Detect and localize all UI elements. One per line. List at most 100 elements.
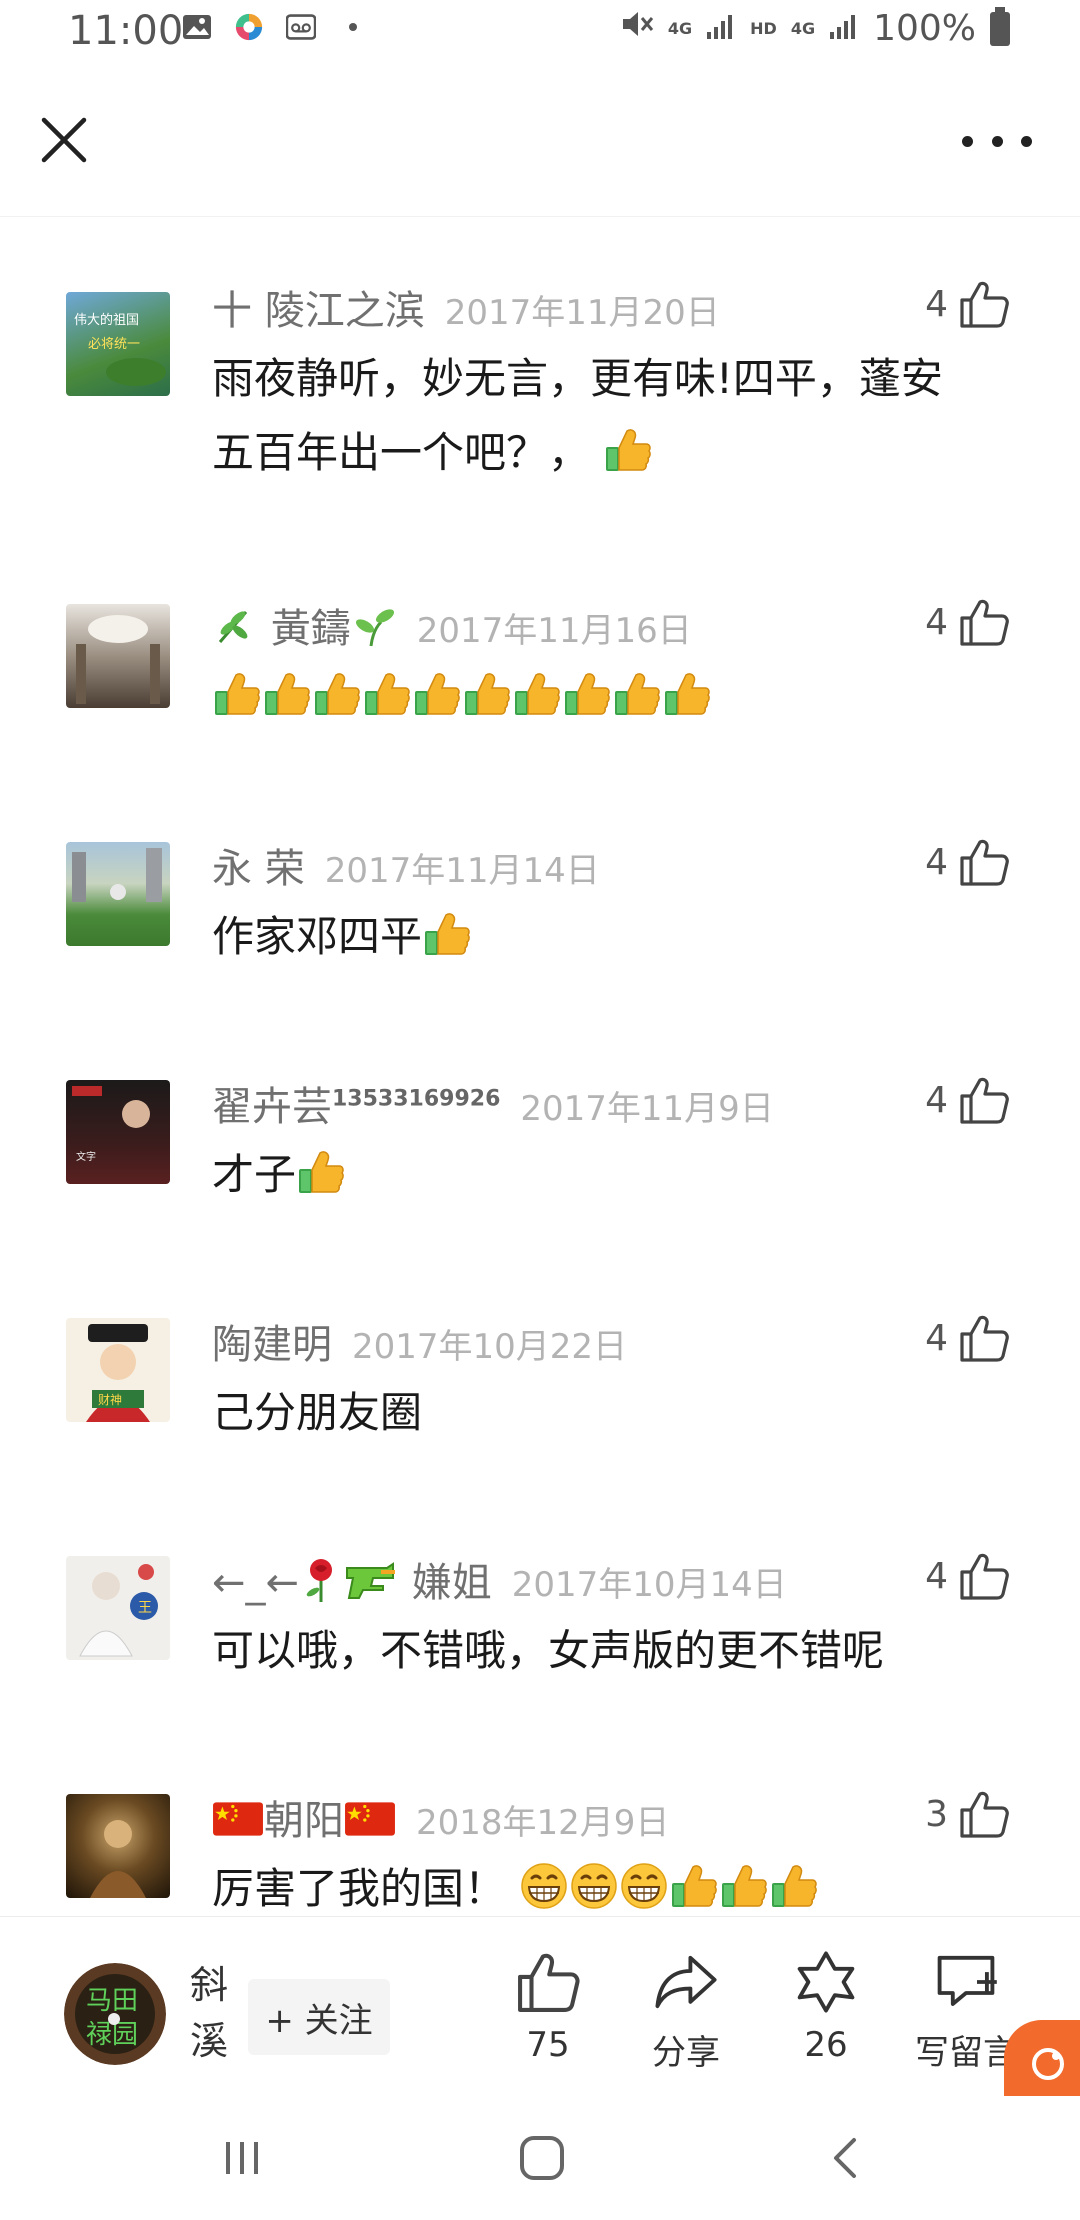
commenter-name-prefix: ←_← [212, 1560, 300, 1606]
thumbs-up-icon [958, 596, 1010, 648]
home-icon [520, 2136, 564, 2180]
seedling-emoji-icon [355, 609, 394, 647]
comment-text-line: 雨夜静听，妙无言，更有味!四平，蓬安 [212, 354, 943, 403]
svg-text:王: 王 [138, 1600, 152, 1616]
like-count: 4 [925, 1079, 948, 1121]
commenter-name-text: 朝阳 [264, 1798, 344, 1844]
like-button[interactable]: 4 [925, 596, 1010, 648]
thumbs-up-emoji-icon [612, 669, 662, 719]
network-label-b: 4G [790, 19, 816, 38]
like-count: 3 [925, 1793, 948, 1835]
app-icon [234, 12, 264, 42]
like-article-button[interactable]: 75 [488, 1949, 608, 2065]
floating-assistant-button[interactable] [1004, 2020, 1080, 2096]
thumbs-up-emoji-icon [362, 669, 412, 719]
share-button[interactable]: 分享 [626, 1949, 746, 2074]
thumbs-up-emoji-icon [669, 1861, 719, 1911]
avatar[interactable]: 王 [66, 1556, 170, 1660]
comment-header: 陶建明 2017年10月22日 [212, 1312, 627, 1372]
comment-text: 作家邓四平 [212, 900, 1012, 974]
close-button[interactable] [36, 112, 92, 168]
voicemail-icon [286, 12, 316, 42]
dot-icon [338, 12, 368, 42]
system-nav-bar [0, 2086, 1080, 2220]
avatar[interactable]: 伟大的祖国必将统一 [66, 292, 170, 396]
comment-header: 翟卉芸13533169926 2017年11月9日 [212, 1074, 774, 1134]
author-avatar-text: 马田 [86, 1986, 138, 2016]
avatar[interactable]: 文字 [66, 1080, 170, 1184]
thumbs-up-emoji-icon [769, 1861, 819, 1911]
author-name[interactable]: 斜溪 [190, 1957, 234, 2069]
status-time: 11:00 [68, 8, 184, 54]
like-count: 4 [925, 841, 948, 883]
signal-icon [829, 8, 859, 49]
like-button[interactable]: 4 [925, 836, 1010, 888]
comment-date: 2017年11月20日 [444, 293, 720, 333]
thumbs-up-icon [958, 1788, 1010, 1840]
thumbs-up-icon [515, 1949, 581, 2015]
comment-text-line: 五百年出一个吧？， [212, 428, 591, 477]
home-button[interactable] [512, 2128, 572, 2188]
system-status: 4G HD 4G 100% [620, 6, 1010, 49]
svg-text:伟大的祖国: 伟大的祖国 [74, 312, 139, 328]
commenter-name[interactable]: ←_← 嫌姐 [212, 1550, 492, 1608]
comment-add-icon [937, 1955, 997, 2006]
follow-button[interactable]: + 关注 [248, 1979, 390, 2055]
notification-icons [182, 12, 368, 42]
avatar[interactable] [66, 604, 170, 708]
thumbs-up-icon [958, 278, 1010, 330]
comment-text: 可以哦，不错哦，女声版的更不错呢 [212, 1614, 1012, 1688]
like-button[interactable]: 4 [925, 1550, 1010, 1602]
comment-text-line: 才子 [212, 1150, 297, 1199]
commenter-name[interactable]: 黃鑄 [212, 596, 397, 654]
avatar[interactable] [66, 842, 170, 946]
recent-apps-icon [226, 2142, 258, 2174]
thumbs-up-emoji-icon [462, 669, 512, 719]
top-bar [0, 64, 1080, 217]
avatar[interactable] [66, 1794, 170, 1898]
comment-header: 永 荣 2017年11月14日 [212, 836, 600, 896]
commenter-name[interactable]: 翟卉芸13533169926 [212, 1074, 500, 1132]
china-flag-icon [212, 1800, 264, 1838]
star-icon [797, 1951, 855, 2013]
avatar[interactable]: 财神 [66, 1318, 170, 1422]
svg-text:财神: 财神 [98, 1393, 122, 1407]
commenter-name-text: 黃鑄 [270, 606, 351, 652]
like-button[interactable]: 4 [925, 278, 1010, 330]
comment-date: 2017年10月14日 [511, 1565, 787, 1605]
comment-date: 2018年12月9日 [416, 1803, 670, 1843]
thumbs-up-emoji-icon [662, 669, 712, 719]
thumbs-up-emoji-icon [212, 669, 262, 719]
water-pistol-emoji-icon [346, 1562, 396, 1599]
like-count: 4 [925, 283, 948, 325]
commenter-name[interactable]: 永 荣 [212, 836, 305, 894]
favorite-button[interactable]: 26 [766, 1949, 886, 2065]
commenter-name[interactable]: 陶建明 [212, 1312, 332, 1370]
thumbs-up-icon [958, 1550, 1010, 1602]
share-icon [655, 1955, 717, 2009]
like-button[interactable]: 4 [925, 1312, 1010, 1364]
china-flag-icon [344, 1800, 396, 1838]
commenter-name-text: 嫌姐 [411, 1560, 492, 1606]
like-button[interactable]: 3 [925, 1788, 1010, 1840]
bottom-action-bar: 马田 禄园 斜溪 + 关注 75 分享 26 写留言 [0, 1916, 1080, 2087]
comment-date: 2017年11月9日 [520, 1089, 774, 1129]
herb-emoji-icon [218, 611, 248, 643]
recent-apps-button[interactable] [212, 2128, 272, 2188]
commenter-name[interactable]: 十 陵江之滨 [212, 278, 425, 336]
back-button[interactable] [816, 2128, 876, 2188]
thumbs-up-emoji-icon [422, 909, 472, 959]
comment-text-line: 己分朋友圈 [212, 1388, 423, 1437]
thumbs-up-icon [958, 836, 1010, 888]
like-count: 4 [925, 1317, 948, 1359]
close-icon [41, 117, 87, 163]
like-button[interactable]: 4 [925, 1074, 1010, 1126]
thumbs-up-emoji-icon [719, 1861, 769, 1911]
commenter-name[interactable]: 朝阳 [212, 1788, 396, 1846]
author-avatar[interactable]: 马田 禄园 [64, 1963, 166, 2065]
comment-text: 己分朋友圈 [212, 1376, 1012, 1450]
thumbs-up-emoji-icon [296, 1147, 346, 1197]
rose-emoji-icon [306, 1559, 333, 1602]
svg-text:必将统一: 必将统一 [88, 337, 140, 352]
more-button[interactable] [962, 126, 1032, 156]
